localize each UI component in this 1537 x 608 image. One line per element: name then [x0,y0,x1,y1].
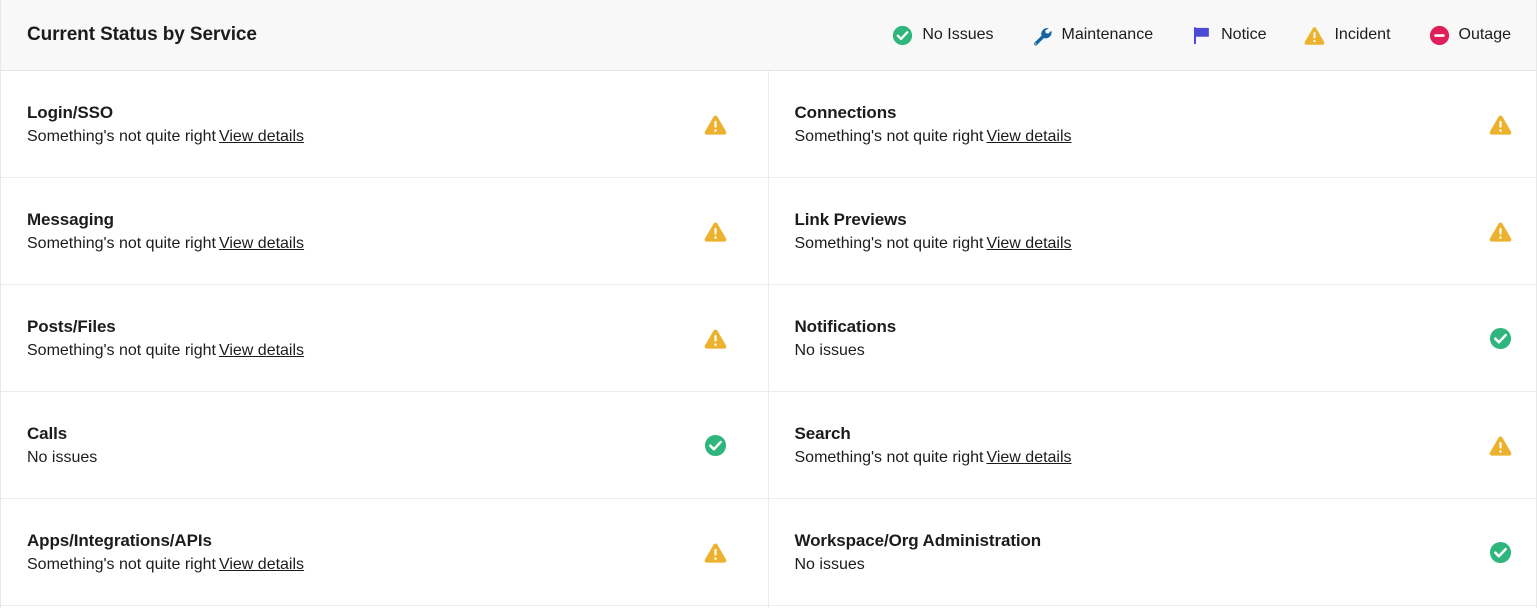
warning-triangle-icon [1304,25,1325,46]
service-status-line: Something's not quite right View details [27,128,304,146]
service-status-text: No issues [794,555,865,573]
service-status-line: No issues [795,342,897,360]
service-status-line: Something's not quite right View details [795,449,1072,467]
service-text-block: Link Previews Something's not quite right… [795,210,1072,253]
service-text-block: Connections Something's not quite right Vi… [795,103,1072,146]
service-text-block: Calls No issues [27,424,97,467]
view-details-link[interactable]: View details [219,556,304,573]
service-row: Login/SSO Something's not quite right View… [1,71,768,178]
status-badge [1484,220,1516,243]
service-status-text: No issues [27,448,98,466]
wrench-icon [1031,25,1052,46]
legend-item-label: Notice [1221,26,1267,43]
service-status-text: Something's not quite right [27,555,216,573]
check-circle-icon [1489,541,1512,564]
page-title: Current Status by Service [27,24,257,45]
warning-triangle-icon [1489,113,1512,136]
status-badge [700,113,732,136]
service-text-block: Apps/Integrations/APIs Something's not qu… [27,531,304,574]
service-row: Search Something's not quite right View de… [768,392,1536,499]
service-row: Messaging Something's not quite right View… [1,178,768,285]
service-status-text: Something's not quite right [794,448,984,466]
status-badge [700,220,732,243]
service-column-right: Connections Something's not quite right Vi… [768,71,1536,608]
check-circle-icon [704,434,727,457]
warning-triangle-icon [1489,220,1512,243]
service-text-block: Workspace/Org Administration No issues [795,531,1042,574]
service-status-line: Something's not quite right View details [27,556,304,574]
service-name: Search [794,423,851,443]
panel-header: Current Status by Service No Issues Maint… [1,0,1536,71]
service-name: Connections [794,102,897,122]
check-circle-icon [892,25,913,46]
status-badge [1484,327,1516,350]
service-name: Login/SSO [27,102,113,122]
service-status-line: No issues [27,449,97,467]
status-badge [700,541,732,564]
service-status-line: Something's not quite right View details [27,342,304,360]
service-status-text: No issues [794,341,865,359]
service-name: Messaging [27,209,114,229]
service-status-text: Something's not quite right [27,127,216,145]
warning-triangle-icon [704,113,727,136]
service-status-line: Something's not quite right View details [795,128,1072,146]
service-text-block: Search Something's not quite right View de… [795,424,1072,467]
service-text-block: Login/SSO Something's not quite right View… [27,103,304,146]
check-circle-icon [1489,327,1512,350]
status-badge [1484,541,1516,564]
view-details-link[interactable]: View details [219,342,304,359]
warning-triangle-icon [704,220,727,243]
service-row: Workspace/Org Administration No issues [768,499,1536,606]
service-name: Apps/Integrations/APIs [27,530,212,550]
status-badge [1484,434,1516,457]
minus-circle-icon [1429,25,1450,46]
service-status-text: Something's not quite right [794,127,984,145]
service-row: Connections Something's not quite right Vi… [768,71,1536,178]
service-status-line: No issues [795,556,1042,574]
service-name: Workspace/Org Administration [794,530,1042,550]
current-status-panel: Current Status by Service No Issues Maint… [0,0,1537,608]
service-status-line: Something's not quite right View details [795,235,1072,253]
service-text-block: Messaging Something's not quite right View… [27,210,304,253]
legend-item-outage: Outage [1429,25,1511,46]
view-details-link[interactable]: View details [219,235,304,252]
legend-item-label: No Issues [922,26,994,43]
service-status-text: Something's not quite right [794,234,984,252]
warning-triangle-icon [1489,434,1512,457]
legend-item-incident: Incident [1304,25,1391,46]
legend-item-no-issues: No Issues [892,25,993,46]
service-row: Notifications No issues [768,285,1536,392]
service-name: Link Previews [794,209,907,229]
service-name: Posts/Files [27,316,116,336]
service-status-text: Something's not quite right [27,234,216,252]
service-column-left: Login/SSO Something's not quite right View… [1,71,769,608]
service-status-line: Something's not quite right View details [27,235,304,253]
warning-triangle-icon [704,327,727,350]
status-legend: No Issues Maintenance Notice Incident Outage [892,25,1511,46]
legend-item-label: Maintenance [1061,26,1154,43]
warning-triangle-icon [704,541,727,564]
service-text-block: Notifications No issues [795,317,897,360]
service-name: Notifications [794,316,897,336]
legend-item-notice: Notice [1191,25,1266,46]
service-name: Calls [27,423,68,443]
status-badge [1484,113,1516,136]
view-details-link[interactable]: View details [986,128,1071,145]
service-status-text: Something's not quite right [27,341,216,359]
view-details-link[interactable]: View details [986,449,1071,466]
legend-item-label: Outage [1458,26,1511,43]
legend-item-maintenance: Maintenance [1031,25,1153,46]
service-row: Link Previews Something's not quite right… [768,178,1536,285]
service-text-block: Posts/Files Something's not quite right Vi… [27,317,304,360]
service-row: Apps/Integrations/APIs Something's not qu… [1,499,768,606]
legend-item-label: Incident [1334,26,1391,43]
flag-icon [1191,25,1212,46]
service-row: Posts/Files Something's not quite right Vi… [1,285,768,392]
status-badge [700,434,732,457]
view-details-link[interactable]: View details [219,128,304,145]
status-badge [700,327,732,350]
view-details-link[interactable]: View details [986,235,1071,252]
service-row: Calls No issues [1,392,768,499]
service-grid: Login/SSO Something's not quite right View… [1,71,1536,608]
